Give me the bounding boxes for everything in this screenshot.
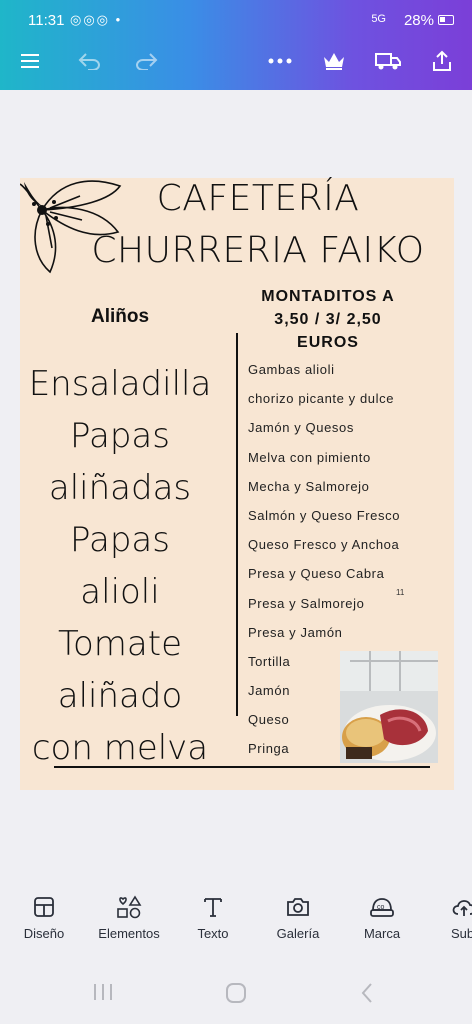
elements-label: Elementos — [98, 926, 160, 941]
tick-mark: 11 — [396, 588, 405, 597]
undo-icon[interactable] — [74, 46, 106, 76]
montadito-item: Jamón y Quesos — [248, 420, 354, 436]
upload-icon — [424, 892, 472, 922]
vertical-divider-top[interactable] — [236, 333, 238, 561]
signal-indicator: 5G — [371, 13, 386, 25]
back-icon[interactable] — [360, 982, 374, 1009]
brand-icon: co — [342, 892, 422, 922]
montaditos-header-line-1: MONTADITOS A — [261, 288, 395, 305]
text-tab[interactable]: Texto — [173, 892, 253, 941]
bottom-toolbar: Diseño Elementos Texto Galería co Marca … — [0, 892, 472, 952]
svg-text:co: co — [377, 904, 385, 911]
system-nav-bar — [0, 970, 472, 1016]
elements-tab[interactable]: Elementos — [89, 892, 169, 941]
alinos-list[interactable]: Ensaladilla Papas aliñadas Papas alioli … — [20, 358, 220, 774]
gallery-tab[interactable]: Galería — [258, 892, 338, 941]
upload-label: Subi — [450, 926, 472, 941]
montadito-item: Queso Fresco y Anchoa — [248, 537, 400, 553]
status-time: 11:31 — [28, 12, 65, 29]
camera-icon — [258, 892, 338, 922]
alinos-line: Ensaladilla — [28, 364, 212, 404]
elements-icon — [89, 892, 169, 922]
food-photo[interactable] — [340, 651, 438, 763]
alinos-line: aliñado — [57, 676, 183, 716]
brand-label: Marca — [363, 926, 401, 941]
more-icon[interactable] — [264, 46, 296, 76]
share-icon[interactable] — [426, 46, 458, 76]
alinos-line: aliñadas — [48, 468, 192, 508]
montadito-item: Presa y Salmorejo — [248, 595, 365, 611]
montadito-item: Presa y Jamón — [248, 624, 343, 640]
redo-icon[interactable] — [130, 46, 162, 76]
status-bar: 11:31 ◎◎◎ • 5G 28% — [0, 10, 472, 34]
alinos-header[interactable]: Aliños — [60, 306, 180, 328]
crown-icon[interactable] — [318, 46, 350, 76]
battery-icon — [438, 15, 454, 25]
montaditos-header-line-3: EUROS — [297, 334, 359, 351]
notification-icons: ◎◎◎ • — [70, 12, 123, 27]
alinos-line: Tomate — [58, 624, 182, 664]
brand-tab[interactable]: co Marca — [342, 892, 422, 941]
truck-icon[interactable] — [372, 46, 404, 76]
design-canvas[interactable]: CAFETERÍA CHURRERIA FAIKO Aliños MONTADI… — [20, 178, 454, 790]
battery-percent: 28% — [403, 12, 434, 29]
title-line-1[interactable]: CAFETERÍA — [68, 178, 448, 219]
montadito-item: Gambas alioli — [248, 362, 335, 377]
gallery-label: Galería — [276, 926, 320, 941]
home-icon[interactable] — [225, 982, 247, 1009]
design-tab[interactable]: Diseño — [4, 892, 84, 941]
menu-icon[interactable] — [14, 46, 46, 76]
montaditos-header[interactable]: MONTADITOS A 3,50 / 3/ 2,50 EUROS — [238, 285, 418, 354]
montadito-item: Salmón y Queso Fresco — [248, 507, 401, 523]
title-line-2[interactable]: CHURRERIA FAIKO — [68, 230, 448, 271]
top-toolbar: 11:31 ◎◎◎ • 5G 28% — [0, 0, 472, 90]
montadito-item: Mecha y Salmorejo — [248, 478, 370, 494]
alinos-line: alioli — [80, 572, 160, 612]
vertical-divider-bottom[interactable] — [236, 561, 238, 716]
alinos-line: Papas — [70, 520, 170, 560]
upload-tab[interactable]: Subi — [424, 892, 472, 941]
alinos-line: Papas — [70, 416, 170, 456]
montaditos-header-line-2: 3,50 / 3/ 2,50 — [274, 311, 382, 328]
montadito-item: Melva con pimiento — [248, 449, 371, 465]
design-icon — [4, 892, 84, 922]
montadito-item: Presa y Queso Cabra — [248, 566, 385, 582]
recent-apps-icon[interactable] — [92, 982, 114, 1007]
design-label: Diseño — [23, 926, 65, 941]
montadito-item: chorizo picante y dulce — [248, 391, 395, 407]
text-label: Texto — [197, 926, 229, 941]
text-icon — [173, 892, 253, 922]
